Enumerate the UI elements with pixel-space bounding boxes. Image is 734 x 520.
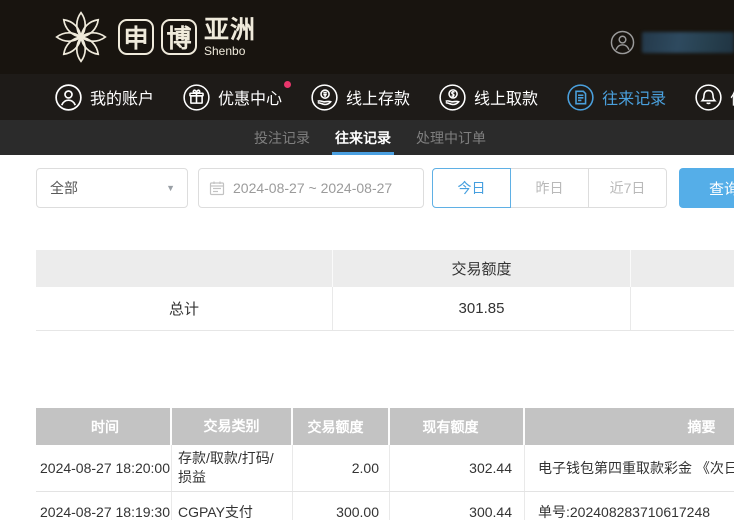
- gift-icon: [183, 83, 210, 111]
- type-select[interactable]: 全部 ▼: [36, 168, 188, 208]
- logo-char-1: 申: [118, 19, 154, 55]
- summary-table-header: 交易额度: [36, 250, 734, 287]
- chevron-down-icon: ▼: [166, 183, 175, 193]
- nav-item-transactions[interactable]: 往来记录: [567, 83, 667, 111]
- record-tabs: 投注记录 往来记录 处理中订单: [0, 120, 734, 155]
- cell-balance: 300.44: [390, 491, 525, 520]
- nav-label: 线上存款: [346, 91, 411, 108]
- column-header-balance: 现有额度: [390, 408, 525, 445]
- last7days-button[interactable]: 近7日: [588, 168, 667, 208]
- redacted-username: [642, 32, 734, 53]
- today-button[interactable]: 今日: [432, 168, 511, 208]
- nav-label: 往来记录: [602, 91, 667, 108]
- tab-betting-records[interactable]: 投注记录: [254, 120, 310, 155]
- filter-bar: 全部 ▼ 2024-08-27 ~ 2024-08-27 今日 昨日 近7日 查…: [36, 168, 734, 208]
- date-range-value: 2024-08-27 ~ 2024-08-27: [233, 180, 393, 196]
- nav-item-withdraw[interactable]: 线上取款: [439, 83, 539, 111]
- table-header-row: 时间 交易类别 交易额度 现有额度 摘要: [36, 408, 734, 445]
- summary-header-spacer: [36, 250, 333, 287]
- nav-label: 我的账户: [90, 91, 155, 108]
- avatar-icon[interactable]: [610, 30, 635, 55]
- summary-total-value: 301.85: [333, 287, 631, 330]
- date-range-input[interactable]: 2024-08-27 ~ 2024-08-27: [198, 168, 424, 208]
- app-window: 申 博 亚洲 Shenbo 我的账户 优惠中心 线上存款 线上取款 往来记录 投…: [0, 0, 734, 520]
- tab-pending-orders[interactable]: 处理中订单: [416, 120, 486, 155]
- logo-characters: 申 博: [118, 19, 197, 55]
- main-navigation: 我的账户 优惠中心 线上存款 线上取款 往来记录: [0, 74, 734, 120]
- column-header-summary: 摘要: [687, 418, 716, 435]
- table-row: 2024-08-27 18:19:30 CGPAY支付 300.00 300.4…: [36, 491, 734, 520]
- cell-summary: 单号:202408283710617248: [538, 504, 711, 520]
- quick-date-buttons: 今日 昨日 近7日: [432, 168, 667, 208]
- user-icon: [55, 83, 82, 111]
- cell-category: 存款/取款/打码/损益: [172, 445, 293, 491]
- withdraw-icon: [439, 83, 466, 111]
- notification-dot: [284, 80, 292, 88]
- record-icon: [567, 83, 594, 111]
- transactions-table: 时间 交易类别 交易额度 现有额度 摘要 2024-08-27 18:20:00…: [36, 408, 734, 520]
- nav-label: 优惠中心: [218, 91, 283, 108]
- calendar-icon: [209, 181, 225, 196]
- nav-label: 信息: [730, 85, 734, 109]
- logo-char-2: 博: [161, 19, 197, 55]
- column-header-category: 交易类别: [172, 408, 293, 445]
- cell-amount: 2.00: [293, 445, 390, 491]
- column-header-amount: 交易额度: [293, 408, 390, 445]
- logo-subtitle: Shenbo: [204, 43, 246, 58]
- nav-item-deposit[interactable]: 线上存款: [311, 83, 411, 111]
- nav-label: 线上取款: [474, 91, 539, 108]
- cell-summary: 电子钱包第四重取款彩金 《次日16: [538, 459, 734, 476]
- user-account-area[interactable]: [610, 30, 734, 55]
- cell-amount: 300.00: [293, 491, 390, 520]
- tab-transaction-records[interactable]: 往来记录: [332, 120, 394, 155]
- bell-icon: [695, 83, 722, 111]
- cell-balance: 302.44: [390, 445, 525, 491]
- top-header: 申 博 亚洲 Shenbo: [0, 0, 734, 74]
- query-button[interactable]: 查询: [679, 168, 734, 208]
- summary-table: 交易额度 总计 301.85: [36, 250, 734, 331]
- summary-total-row: 总计 301.85: [36, 287, 734, 331]
- column-header-time: 时间: [36, 408, 172, 445]
- flower-icon: [55, 11, 107, 63]
- cell-category: CGPAY支付: [172, 491, 293, 520]
- logo-region-text: 亚洲: [204, 15, 257, 44]
- cell-time: 2024-08-27 18:19:30: [36, 491, 172, 520]
- table-row: 2024-08-27 18:20:00 存款/取款/打码/损益 2.00 302…: [36, 445, 734, 492]
- nav-item-promotions[interactable]: 优惠中心: [183, 80, 292, 111]
- summary-total-label: 总计: [36, 287, 333, 330]
- summary-empty-cell: [631, 287, 734, 330]
- deposit-icon: [311, 83, 338, 111]
- summary-header-amount: 交易额度: [333, 250, 631, 287]
- summary-header-spacer: [631, 250, 734, 287]
- type-select-value: 全部: [50, 180, 78, 196]
- cell-time: 2024-08-27 18:20:00: [36, 445, 172, 491]
- yesterday-button[interactable]: 昨日: [510, 168, 589, 208]
- brand-logo[interactable]: 申 博 亚洲 Shenbo: [50, 7, 256, 67]
- nav-item-my-account[interactable]: 我的账户: [55, 83, 155, 111]
- nav-item-messages[interactable]: 信息: [695, 83, 734, 111]
